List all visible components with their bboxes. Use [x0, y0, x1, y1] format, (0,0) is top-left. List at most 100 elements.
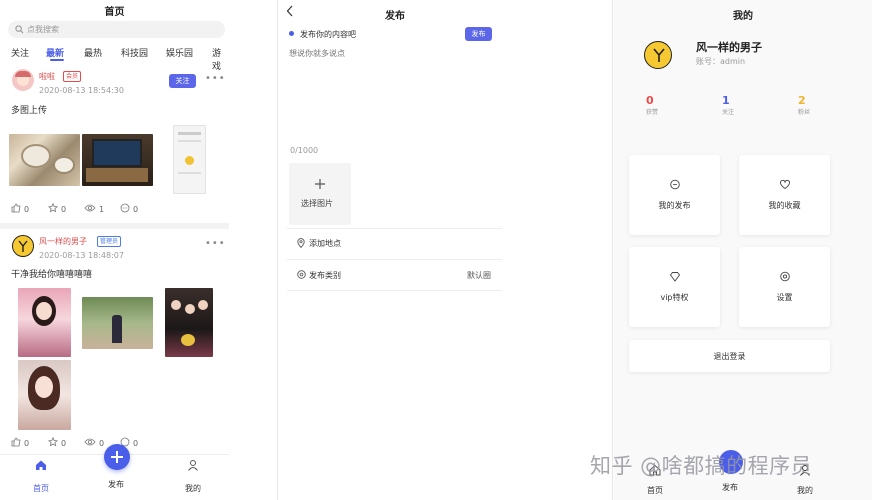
post-image-food[interactable]	[9, 134, 80, 186]
post-time: 2020-08-13 18:48:07	[39, 251, 124, 260]
row-divider	[287, 259, 502, 260]
panel-divider	[612, 0, 613, 500]
logout-label: 退出登录	[713, 352, 746, 361]
row-divider	[287, 290, 502, 291]
plus-icon	[110, 450, 124, 467]
logout-button[interactable]: 退出登录	[629, 340, 830, 372]
tab-latest[interactable]: 最新	[46, 46, 64, 59]
post-author[interactable]: 风一样的男子	[39, 236, 87, 247]
nav-home[interactable]: 首页	[26, 459, 56, 494]
nav-publish-label[interactable]: 发布	[722, 482, 738, 493]
post-card[interactable]: 啦啦 会员 2020-08-13 18:54:30 关注 ••• 多图上传 0 …	[0, 63, 229, 223]
submit-button[interactable]: 发布	[465, 27, 492, 41]
menu-vip[interactable]: vip特权	[629, 247, 720, 327]
stat-fans[interactable]: 2 粉丝	[798, 94, 810, 116]
stat-following[interactable]: 1 关注	[722, 94, 734, 116]
content-textarea[interactable]	[289, 48, 499, 138]
page-title: 发布	[385, 11, 405, 22]
nav-mine-label: 我的	[185, 484, 201, 493]
search-icon	[15, 25, 24, 34]
stat-value: 0	[646, 94, 654, 107]
bottom-nav: 首页 发布 我的	[0, 444, 229, 500]
menu-settings[interactable]: 设置	[739, 247, 830, 327]
tab-follow[interactable]: 关注	[11, 46, 29, 59]
star-count: 0	[61, 438, 67, 448]
publish-fab[interactable]	[104, 444, 130, 470]
location-row[interactable]: 添加地点	[287, 230, 502, 258]
post-image-portrait[interactable]	[18, 288, 71, 357]
like-stat[interactable]: 0	[11, 203, 29, 215]
like-count: 0	[24, 438, 30, 448]
search-bar[interactable]: 点我搜索	[8, 21, 225, 38]
publish-screen: 发布 发布你的内容吧 发布 0/1000 选择图片 添加地点 发布类别 默认圈	[279, 0, 511, 500]
nav-mine[interactable]: 我的	[178, 459, 208, 494]
tab-fun[interactable]: 娱乐园	[166, 46, 193, 59]
stat-label: 获赞	[646, 109, 659, 116]
eye-icon	[84, 203, 96, 215]
location-icon	[297, 238, 305, 251]
search-input[interactable]: 点我搜索	[27, 24, 59, 35]
post-time: 2020-08-13 18:54:30	[39, 86, 124, 95]
star-icon	[47, 202, 59, 215]
user-icon	[187, 459, 199, 474]
nav-home-label: 首页	[33, 484, 49, 493]
chat-icon	[669, 179, 680, 193]
profile-screen: 我的 风一样的男子 账号：admin 0 获赞 1 关注 2 粉丝 我的发布 我…	[614, 0, 872, 500]
comment-count: 0	[133, 438, 139, 448]
star-stat[interactable]: 0	[47, 202, 67, 215]
menu-label: vip特权	[660, 293, 689, 302]
comment-stat[interactable]: 0	[120, 203, 138, 215]
menu-my-favorites[interactable]: 我的收藏	[739, 155, 830, 235]
avatar[interactable]	[12, 69, 34, 91]
stat-value: 2	[798, 94, 806, 107]
menu-my-posts[interactable]: 我的发布	[629, 155, 720, 235]
star-count: 0	[61, 204, 67, 214]
like-stat[interactable]: 0	[11, 437, 29, 449]
menu-label: 我的发布	[658, 201, 691, 210]
post-author[interactable]: 啦啦	[39, 71, 55, 82]
tab-tech[interactable]: 科技园	[121, 46, 148, 59]
role-badge: 管理员	[97, 236, 122, 247]
stat-value: 1	[722, 94, 730, 107]
post-image-laptop[interactable]	[82, 134, 153, 186]
star-icon	[47, 436, 59, 449]
role-badge: 会员	[63, 71, 82, 82]
view-stat[interactable]: 0	[84, 437, 104, 449]
more-icon[interactable]: •••	[205, 238, 226, 249]
like-icon	[11, 203, 21, 215]
avatar[interactable]	[12, 235, 34, 257]
star-stat[interactable]: 0	[47, 436, 67, 449]
tab-latest-underline	[50, 59, 64, 61]
profile-name: 风一样的男子	[696, 41, 762, 54]
post-text: 干净我给你嘻嘻嘻嘻	[11, 270, 93, 280]
nav-mine-label: 我的	[797, 486, 813, 495]
post-image-garden[interactable]	[82, 297, 153, 349]
menu-label: 我的收藏	[768, 201, 801, 210]
view-stat[interactable]: 1	[84, 203, 104, 215]
like-icon	[11, 437, 21, 449]
post-image-graduation[interactable]	[165, 288, 213, 357]
follow-button[interactable]: 关注	[169, 74, 196, 88]
heart-icon	[779, 179, 790, 193]
post-image-selfie[interactable]	[18, 360, 71, 430]
view-count: 0	[99, 438, 105, 448]
tab-hot[interactable]: 最热	[84, 46, 102, 59]
profile-avatar[interactable]	[644, 41, 672, 69]
watermark: 知乎 @啥都搞的程序员	[590, 454, 813, 478]
stat-likes[interactable]: 0 获赞	[646, 94, 658, 116]
add-image-button[interactable]: 选择图片	[289, 163, 351, 225]
category-row[interactable]: 发布类别 默认圈	[287, 262, 502, 290]
post-card[interactable]: 风一样的男子 管理员 2020-08-13 18:48:07 ••• 干净我给你…	[0, 229, 229, 454]
stat-label: 粉丝	[798, 109, 811, 116]
add-image-label: 选择图片	[301, 199, 333, 208]
nav-publish-label[interactable]: 发布	[108, 479, 124, 490]
view-count: 1	[99, 204, 105, 214]
location-label: 添加地点	[309, 239, 341, 248]
char-counter: 0/1000	[290, 146, 319, 155]
post-image-screenshot[interactable]	[173, 125, 206, 194]
more-icon[interactable]: •••	[205, 73, 226, 84]
panel-divider	[277, 0, 278, 500]
post-text: 多图上传	[11, 106, 48, 116]
eye-icon	[84, 437, 96, 449]
content-dot	[289, 31, 294, 36]
